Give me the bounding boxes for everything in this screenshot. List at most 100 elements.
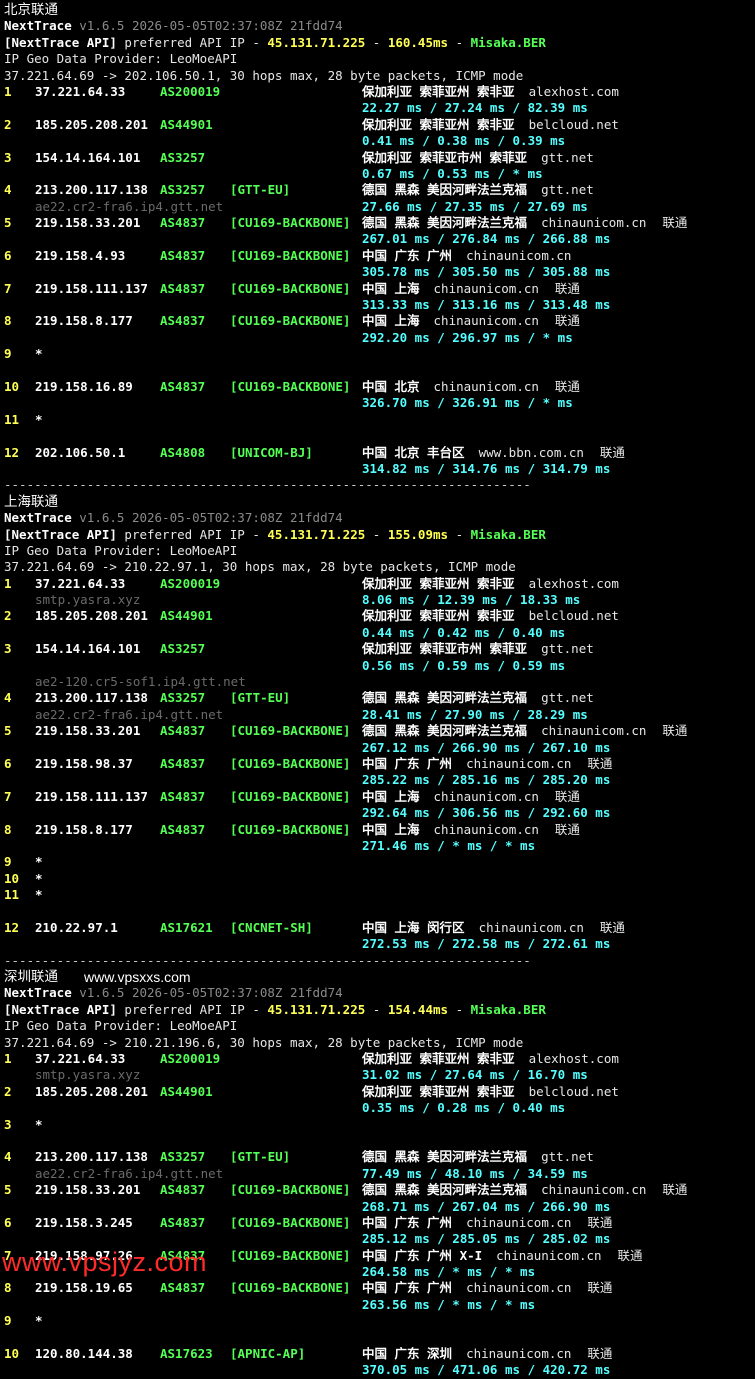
- hop-ip: 154.14.164.101: [35, 149, 141, 165]
- hop-ip: 120.80.144.38: [35, 1346, 133, 1362]
- hop-ip: *: [35, 870, 43, 886]
- hop-rdns: smtp.yasra.xyz: [35, 1067, 141, 1083]
- hop-row: 9 *: [4, 1313, 755, 1329]
- watermark-top: www.vpsxxs.com: [84, 969, 191, 986]
- hop-geo: 中国 上海 闵行区: [362, 919, 465, 935]
- hop-rtt: 267.01 ms / 276.84 ms / 266.88 ms: [362, 231, 611, 247]
- hop-row: 4 213.200.117.138 AS3257 [GTT-EU] 德国 黑森 美因河畔…: [4, 182, 755, 198]
- hop-detail-row: smtp.yasra.xyz 31.02 ms / 27.64 ms / 16.7…: [4, 1067, 755, 1083]
- api-prefix: [NextTrace API]: [4, 1001, 117, 1017]
- hop-asn: AS4837: [160, 1280, 206, 1296]
- hop-number: 5: [4, 215, 12, 231]
- hop-number: 5: [4, 723, 12, 739]
- hop-tag: [GTT-EU]: [230, 182, 291, 198]
- hop-geo: 中国 北京: [362, 378, 420, 394]
- hop-rtt: 8.06 ms / 12.39 ms / 18.33 ms: [362, 592, 581, 608]
- hop-domain: chinaunicom.cn: [541, 723, 647, 739]
- hop-tag: [CU169-BACKBONE]: [230, 1247, 351, 1263]
- hop-ip: 219.158.33.201: [35, 723, 141, 739]
- hop-geo: 德国 黑森 美因河畔法兰克福: [362, 723, 528, 739]
- hop-ip: 219.158.98.37: [35, 755, 133, 771]
- hop-asn: AS4837: [160, 280, 206, 296]
- hop-geo: 中国 广东 广州 X-I: [362, 1247, 483, 1263]
- api-text: preferred API IP -: [116, 526, 268, 542]
- hop-number: 4: [4, 690, 12, 706]
- hop-rtt: 370.05 ms / 471.06 ms / 420.72 ms: [362, 1362, 611, 1378]
- nexttrace-header: NextTrace v1.6.5 2026-05-05T02:37:08Z 21…: [4, 18, 755, 34]
- hop-geo: 中国 广东 广州: [362, 247, 453, 263]
- hop-row: 1 37.221.64.33 AS200019 保加利亚 索菲亚州 索非亚 alexho…: [4, 1051, 755, 1067]
- hop-rdns: ae22.cr2-fra6.ip4.gtt.net: [35, 706, 224, 722]
- hop-row: 11 *: [4, 412, 755, 428]
- hop-row: 1 37.221.64.33 AS200019 保加利亚 索菲亚州 索非亚 alexho…: [4, 576, 755, 592]
- hop-ip: 219.158.8.177: [35, 821, 133, 837]
- hop-number: 4: [4, 1149, 12, 1165]
- hop-row: 3 *: [4, 1117, 755, 1133]
- hop-isp: 联通: [587, 1280, 613, 1296]
- hop-ip: 213.200.117.138: [35, 182, 148, 198]
- hop-asn: AS200019: [160, 1051, 221, 1066]
- hop-ip: 213.200.117.138: [35, 1149, 148, 1165]
- hop-rdns: ae2-120.cr5-sof1.ip4.gtt.net: [35, 674, 246, 690]
- hop-number: 3: [4, 149, 12, 165]
- hop-tag: [CU169-BACKBONE]: [230, 788, 351, 804]
- hop-detail-row: 22.27 ms / 27.24 ms / 82.39 ms: [4, 100, 755, 116]
- hop-detail-row: 263.56 ms / * ms / * ms: [4, 1297, 755, 1313]
- hop-rtt: 267.12 ms / 266.90 ms / 267.10 ms: [362, 739, 611, 755]
- hop-isp: 联通: [662, 723, 688, 739]
- hop-detail-row: 292.64 ms / 306.56 ms / 292.60 ms: [4, 805, 755, 821]
- hop-row: 5 219.158.33.201 AS4837 [CU169-BACKBONE] 德国 …: [4, 215, 755, 231]
- geo-provider-line: IP Geo Data Provider: LeoMoeAPI: [4, 1018, 755, 1034]
- hop-rtt: 263.56 ms / * ms / * ms: [362, 1296, 536, 1312]
- hop-detail-row: 314.82 ms / 314.76 ms / 314.79 ms: [4, 461, 755, 477]
- route-line: 37.221.64.69 -> 202.106.50.1, 30 hops ma…: [4, 68, 755, 84]
- hop-geo: 中国 广东 广州: [362, 755, 453, 771]
- hop-number: 10: [4, 1346, 20, 1362]
- hop-geo: 中国 广东 广州: [362, 1214, 453, 1230]
- hop-detail-row: ae22.cr2-fra6.ip4.gtt.net 77.49 ms / 48.1…: [4, 1166, 755, 1182]
- hop-rtt: 0.44 ms / 0.42 ms / 0.40 ms: [362, 624, 566, 640]
- hop-asn: AS4808: [160, 444, 206, 460]
- hop-ip: 219.158.111.137: [35, 788, 148, 804]
- hop-domain: chinaunicom.cn: [478, 919, 584, 935]
- hop-number: 11: [4, 411, 20, 427]
- hop-domain: chinaunicom.cn: [433, 280, 539, 296]
- hop-detail-row: 0.41 ms / 0.38 ms / 0.39 ms: [4, 133, 755, 149]
- hop-domain: gtt.net: [541, 690, 594, 706]
- api-dash: -: [365, 1001, 388, 1017]
- hop-detail-row: 305.78 ms / 305.50 ms / 305.88 ms: [4, 264, 755, 280]
- hop-ip: 219.158.33.201: [35, 1182, 141, 1198]
- api-text: preferred API IP -: [116, 1001, 268, 1017]
- route-info: 37.221.64.69 -> 210.21.196.6, 30 hops ma…: [4, 1034, 524, 1050]
- hop-detail-row: 267.12 ms / 266.90 ms / 267.10 ms: [4, 740, 755, 756]
- hop-rtt: 271.46 ms / * ms / * ms: [362, 837, 536, 853]
- hop-detail-row: 0.67 ms / 0.53 ms / * ms: [4, 166, 755, 182]
- hop-rtt: 292.64 ms / 306.56 ms / 292.60 ms: [362, 805, 611, 821]
- hop-tag: [GTT-EU]: [230, 1149, 291, 1165]
- hop-asn: AS4837: [160, 1214, 206, 1230]
- hop-number: 6: [4, 755, 12, 771]
- section-title: 北京联通: [4, 2, 58, 17]
- hop-tag: [CU169-BACKBONE]: [230, 378, 351, 394]
- hop-tag: [CU169-BACKBONE]: [230, 1214, 351, 1230]
- hop-spacer: [4, 428, 755, 444]
- hop-number: 12: [4, 444, 20, 460]
- hop-domain: chinaunicom.cn: [466, 1346, 572, 1362]
- hop-number: 2: [4, 608, 12, 624]
- section-label: 深圳联通 www.vpsxxs.com: [4, 969, 755, 985]
- hop-geo: 中国 广东 广州: [362, 1280, 453, 1296]
- hop-asn: AS4837: [160, 821, 206, 837]
- hop-ip: *: [35, 411, 43, 427]
- separator: ----------------------------------------…: [4, 477, 755, 493]
- hop-domain: gtt.net: [541, 1149, 594, 1165]
- hop-row: 6 219.158.4.93 AS4837 [CU169-BACKBONE] 中国 广东…: [4, 248, 755, 264]
- hop-detail-row: 313.33 ms / 313.16 ms / 313.48 ms: [4, 297, 755, 313]
- hop-rtt: 0.56 ms / 0.59 ms / 0.59 ms: [362, 657, 566, 673]
- hop-tag: [CU169-BACKBONE]: [230, 1280, 351, 1296]
- hop-number: 2: [4, 1083, 12, 1099]
- api-latency: 155.09ms: [387, 526, 449, 542]
- hop-rtt: 272.53 ms / 272.58 ms / 272.61 ms: [362, 936, 611, 952]
- hop-row: 1 37.221.64.33 AS200019 保加利亚 索菲亚州 索非亚 alexho…: [4, 84, 755, 100]
- hop-asn: AS4837: [160, 313, 206, 329]
- hop-number: 3: [4, 1116, 12, 1132]
